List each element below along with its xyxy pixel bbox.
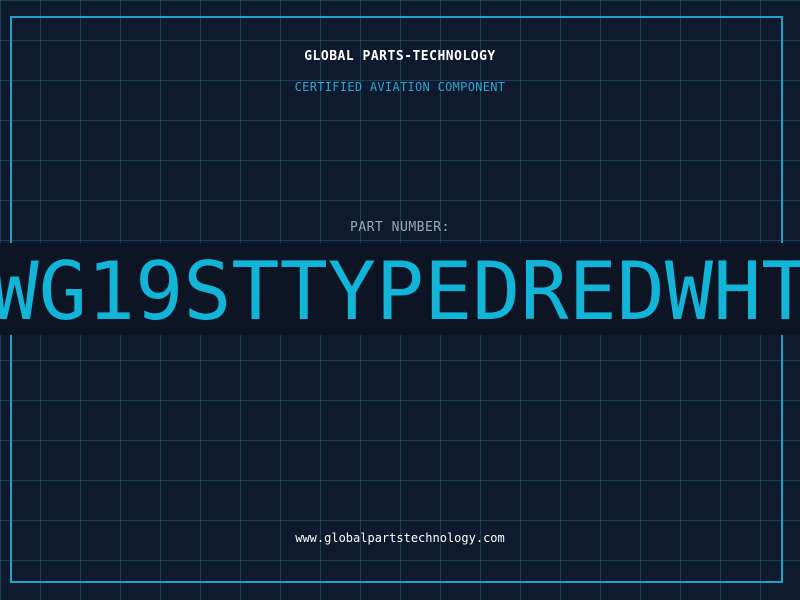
website-url: www.globalpartstechnology.com bbox=[295, 531, 505, 545]
part-number-value: AWG19STTYPEDREDWHTS bbox=[0, 245, 800, 335]
part-label-card: GLOBAL PARTS-TECHNOLOGY CERTIFIED AVIATI… bbox=[0, 0, 800, 600]
company-name: GLOBAL PARTS-TECHNOLOGY bbox=[304, 49, 496, 64]
part-number-label: PART NUMBER: bbox=[350, 220, 450, 235]
part-number-band: AWG19STTYPEDREDWHTS bbox=[0, 243, 800, 335]
certification-tagline: CERTIFIED AVIATION COMPONENT bbox=[294, 80, 506, 94]
